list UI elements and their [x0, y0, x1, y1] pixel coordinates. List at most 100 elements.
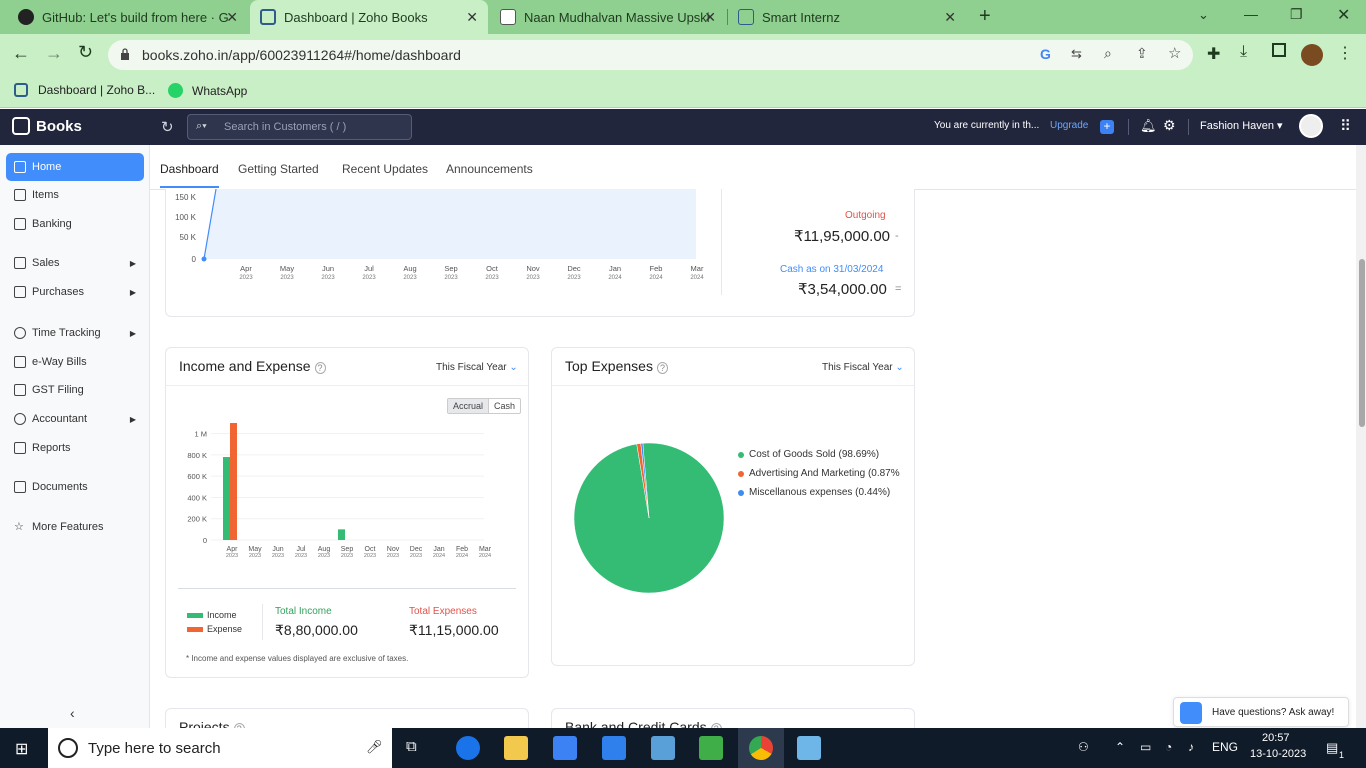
edge-icon[interactable] [456, 736, 480, 760]
wifi-icon[interactable]: ◔ [1165, 740, 1172, 754]
tab-getting-started[interactable]: Getting Started [238, 162, 319, 176]
app-icon[interactable] [651, 736, 675, 760]
battery-icon[interactable]: ▭ [1140, 740, 1151, 754]
top-expenses-period-dropdown[interactable]: This Fiscal Year ⌄ [822, 362, 904, 373]
menu-kebab-icon[interactable]: ⋮ [1337, 43, 1353, 63]
share-icon[interactable]: ⇪ [1136, 45, 1148, 62]
cash-flow-card: 150 K 100 K 50 K 0 Apr 2023 May 2023 Jun 2023 Jul… [165, 189, 915, 317]
sidebar-item-items[interactable]: Items [6, 181, 144, 209]
close-icon[interactable]: ✕ [704, 9, 716, 26]
close-icon[interactable]: ✕ [944, 9, 956, 26]
microphone-icon[interactable]: 🎤︎ [366, 739, 383, 755]
sidebar-item-purchases[interactable]: Purchases ▶ [6, 278, 144, 306]
chrome-icon[interactable] [749, 736, 773, 760]
bookmark-zoho-dashboard[interactable]: Dashboard | Zoho B... [14, 83, 155, 97]
search-icon[interactable]: ⌕▾ [196, 120, 207, 133]
new-tab-button[interactable]: + [979, 5, 991, 28]
expand-arrow-icon[interactable]: ▶ [130, 329, 136, 338]
notepad-icon[interactable] [797, 736, 821, 760]
close-icon[interactable]: ✕ [466, 9, 478, 26]
address-bar[interactable]: books.zoho.in/app/60023911264#/home/dash… [108, 40, 1193, 70]
notification-bell-icon[interactable]: 🔔︎ [1140, 118, 1157, 134]
divider [166, 385, 528, 386]
income-expense-period-dropdown[interactable]: This Fiscal Year ⌄ [436, 362, 518, 373]
sidebar-item-sales[interactable]: Sales ▶ [6, 249, 144, 277]
expand-arrow-icon[interactable]: ▶ [130, 415, 136, 424]
tab-recent-updates[interactable]: Recent Updates [342, 162, 428, 176]
bookmark-whatsapp[interactable]: WhatsApp [168, 83, 247, 98]
file-explorer-icon[interactable] [504, 736, 528, 760]
close-icon[interactable]: ✕ [226, 9, 238, 26]
google-icon[interactable]: G [1040, 46, 1051, 62]
back-icon[interactable]: ← [12, 43, 30, 64]
reload-icon[interactable]: ↻ [78, 42, 93, 63]
legend-item[interactable]: Advertising And Marketing (0.87% [738, 468, 902, 479]
upgrade-link[interactable]: Upgrade [1050, 120, 1088, 131]
user-avatar[interactable] [1299, 114, 1323, 138]
mail-icon[interactable] [602, 736, 626, 760]
tab-search-icon[interactable]: ⌄ [1198, 7, 1209, 23]
expand-arrow-icon[interactable]: ▶ [130, 259, 136, 268]
restore-icon[interactable]: ❐ [1290, 6, 1303, 23]
bar-expense[interactable] [230, 423, 237, 540]
sidebar-item-banking[interactable]: Banking [6, 210, 144, 238]
people-icon[interactable]: ⚇ [1078, 740, 1089, 754]
legend-item[interactable]: Miscellanous expenses (0.44%) [738, 487, 902, 498]
sheets-icon[interactable] [699, 736, 723, 760]
sidebar-item-accountant[interactable]: Accountant ▶ [6, 405, 144, 433]
download-icon[interactable]: ⤓ [1240, 43, 1247, 61]
help-icon[interactable]: ? [314, 362, 326, 374]
tab-dashboard[interactable]: Dashboard [160, 162, 219, 188]
clock-time[interactable]: 20:57 [1262, 732, 1290, 744]
task-view-icon[interactable]: ⧉ [406, 738, 417, 755]
taskbar-search-input[interactable]: Type here to search 🎤︎ [48, 728, 392, 768]
side-panel-icon[interactable] [1272, 43, 1286, 57]
sidebar-item-home[interactable]: Home [6, 153, 144, 181]
app-brand[interactable]: Books [12, 117, 82, 135]
bar-income[interactable] [223, 457, 230, 540]
help-icon[interactable]: ? [656, 362, 668, 374]
tab-smart-internz[interactable]: Smart Internz ✕ [728, 0, 966, 34]
minimize-icon[interactable]: — [1244, 6, 1258, 22]
recent-activity-icon[interactable]: ↻ [161, 118, 174, 136]
window-close-icon[interactable]: ✕ [1337, 5, 1350, 25]
windows-start-icon[interactable]: ⊞ [15, 739, 28, 759]
divider [552, 385, 914, 386]
settings-gear-icon[interactable]: ⚙ [1163, 117, 1176, 134]
store-icon[interactable] [553, 736, 577, 760]
tab-zoho-books[interactable]: Dashboard | Zoho Books ✕ [250, 0, 488, 34]
search-input[interactable]: ⌕▾ Search in Customers ( / ) [187, 114, 412, 140]
profile-avatar[interactable] [1301, 44, 1323, 66]
collapse-sidebar-icon[interactable]: ‹ [70, 705, 75, 721]
notification-center-icon[interactable]: ▤ [1326, 740, 1338, 756]
zoom-icon[interactable]: ⌕ [1104, 45, 1112, 62]
bar-income[interactable] [338, 529, 345, 540]
volume-icon[interactable]: ♪ [1188, 740, 1194, 754]
translate-icon[interactable]: ⇆ [1071, 46, 1082, 62]
app-grid-icon[interactable]: ⠿ [1340, 117, 1351, 135]
tab-github[interactable]: GitHub: Let's build from here · G ✕ [8, 0, 248, 34]
sidebar-item-reports[interactable]: Reports [6, 434, 144, 462]
scrollbar-thumb[interactable] [1359, 259, 1365, 427]
show-hidden-icons[interactable]: ⌃ [1115, 740, 1125, 754]
cash-toggle[interactable]: Cash [489, 399, 520, 413]
sidebar-item-gst-filing[interactable]: GST Filing [6, 376, 144, 404]
sidebar-item-time-tracking[interactable]: Time Tracking ▶ [6, 319, 144, 347]
language-indicator[interactable]: ENG [1212, 740, 1238, 754]
quick-create-button[interactable]: + [1100, 120, 1114, 134]
legend-item[interactable]: Cost of Goods Sold (98.69%) [738, 449, 902, 460]
forward-icon[interactable]: → [45, 43, 63, 64]
extensions-icon[interactable]: ✚ [1207, 44, 1220, 64]
help-chat-widget[interactable]: Have questions? Ask away! [1173, 697, 1349, 727]
sidebar-item-documents[interactable]: Documents [6, 473, 144, 501]
sidebar-item-eway-bills[interactable]: e-Way Bills [6, 348, 144, 376]
page-scrollbar[interactable] [1356, 145, 1366, 728]
clock-date[interactable]: 13-10-2023 [1250, 748, 1306, 760]
expand-arrow-icon[interactable]: ▶ [130, 288, 136, 297]
sidebar-item-more-features[interactable]: ☆ More Features [6, 513, 144, 541]
bookmark-star-icon[interactable]: ☆ [1168, 44, 1181, 62]
accrual-toggle[interactable]: Accrual [448, 399, 490, 413]
organization-switcher[interactable]: Fashion Haven ▾ [1200, 119, 1283, 132]
tab-naan-mudhalvan[interactable]: Naan Mudhalvan Massive Upski ✕ [490, 0, 726, 34]
tab-announcements[interactable]: Announcements [446, 162, 533, 176]
